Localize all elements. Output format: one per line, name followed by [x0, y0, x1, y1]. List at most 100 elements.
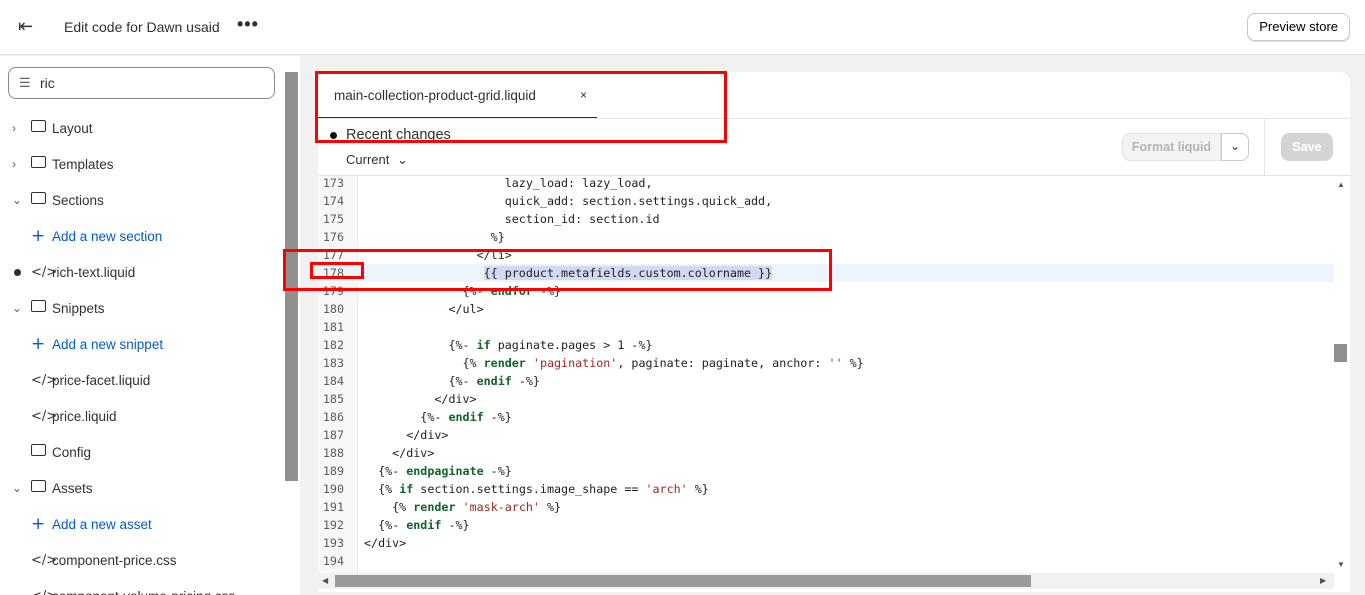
code-line[interactable]: 174 quick_add: section.settings.quick_ad… — [318, 192, 1334, 210]
line-number: 176 — [322, 230, 344, 244]
line-code: {% render 'pagination', paginate: pagina… — [364, 356, 864, 370]
save-button[interactable]: Save — [1281, 133, 1333, 161]
sidebar-item-component-price-css[interactable]: </> component-price.css — [0, 542, 284, 578]
line-code: </ul> — [364, 302, 484, 316]
page-title: Edit code for Dawn usaid — [64, 19, 220, 35]
sidebar-item-snippets[interactable]: ⌄ Snippets — [0, 290, 284, 326]
scroll-down-icon[interactable]: ▼ — [1337, 560, 1345, 569]
preview-store-button[interactable]: Preview store — [1247, 13, 1350, 41]
recent-changes-label: Recent changes — [346, 127, 451, 143]
code-line[interactable]: 192 {%- endif -%} — [318, 516, 1334, 534]
scroll-up-icon[interactable]: ▲ — [1337, 180, 1345, 189]
version-select[interactable]: Current ⌄ — [346, 152, 408, 168]
folder-icon — [31, 480, 46, 496]
sidebar-item-layout[interactable]: › Layout — [0, 110, 284, 146]
code-line[interactable]: 193 </div> — [318, 534, 1334, 552]
code-line[interactable]: 187 </div> — [318, 426, 1334, 444]
modified-dot-icon — [14, 268, 21, 276]
search-value: ric — [40, 75, 55, 91]
chevron-right-icon: › — [12, 121, 16, 135]
sidebar-item-component-volume-pricing-css[interactable]: </>component-volume-pricing.css — [0, 578, 284, 595]
line-number: 184 — [322, 374, 344, 388]
line-code: </li> — [364, 248, 512, 262]
code-line[interactable]: 194 — [318, 552, 1334, 570]
line-number: 185 — [322, 392, 344, 406]
horizontal-scrollbar[interactable]: ◀ ▶ — [318, 573, 1334, 589]
line-code: %} — [364, 230, 505, 244]
code-line[interactable]: 173 lazy_load: lazy_load, — [318, 174, 1334, 192]
sidebar-item-label: Layout — [52, 120, 93, 136]
code-line[interactable]: 176 %} — [318, 228, 1334, 246]
more-actions-button[interactable]: ••• — [237, 14, 259, 35]
sidebar-item-price-facet-liquid[interactable]: </> price-facet.liquid — [0, 362, 284, 398]
plus-icon: + — [31, 334, 46, 354]
scroll-thumb[interactable] — [335, 575, 1031, 587]
sidebar-item-templates[interactable]: › Templates — [0, 146, 284, 182]
sidebar-item-assets[interactable]: ⌄ Assets — [0, 470, 284, 506]
code-line[interactable]: 181 — [318, 318, 1334, 336]
scroll-right-icon[interactable]: ▶ — [1320, 576, 1326, 585]
code-line[interactable]: 180 </ul> — [318, 300, 1334, 318]
sidebar-item-add-a-new-asset[interactable]: + Add a new asset — [0, 506, 284, 542]
line-number: 174 — [322, 194, 344, 208]
sidebar-item-add-a-new-section[interactable]: + Add a new section — [0, 218, 284, 254]
divider — [1264, 119, 1265, 175]
line-code: {%- endif -%} — [364, 374, 540, 388]
sidebar-item-config[interactable]: Config — [0, 434, 284, 470]
format-liquid-group: Format liquid ⌄ — [1122, 133, 1249, 161]
sidebar-item-price-liquid[interactable]: </> price.liquid — [0, 398, 284, 434]
line-code: </div> — [364, 428, 449, 442]
code-line[interactable]: 184 {%- endif -%} — [318, 372, 1334, 390]
sidebar-item-label: Add a new asset — [52, 516, 152, 532]
code-line[interactable]: 182 {%- if paginate.pages > 1 -%} — [318, 336, 1334, 354]
close-tab-icon[interactable]: × — [580, 88, 587, 102]
file-sidebar: ☰ ric › Layout › Templates ⌄ Sections + Add a n… — [0, 56, 300, 595]
code-line[interactable]: 190 {% if section.settings.image_shape =… — [318, 480, 1334, 498]
code-line[interactable]: 183 {% render 'pagination', paginate: pa… — [318, 354, 1334, 372]
sidebar-item-label: Snippets — [52, 300, 105, 316]
line-code: {%- if paginate.pages > 1 -%} — [364, 338, 653, 352]
sidebar-scrollbar[interactable] — [285, 72, 298, 481]
code-line[interactable]: 185 </div> — [318, 390, 1334, 408]
sidebar-item-rich-text-liquid[interactable]: </> rich-text.liquid — [0, 254, 284, 290]
scroll-thumb[interactable] — [1334, 344, 1347, 362]
sidebar-item-label: Assets — [52, 480, 93, 496]
line-number: 175 — [322, 212, 344, 226]
line-number: 191 — [322, 500, 344, 514]
folder-icon — [31, 120, 46, 136]
sidebar-item-sections[interactable]: ⌄ Sections — [0, 182, 284, 218]
code-line[interactable]: 175 section_id: section.id — [318, 210, 1334, 228]
format-liquid-button[interactable]: Format liquid — [1122, 133, 1221, 161]
scroll-left-icon[interactable]: ◀ — [322, 576, 328, 585]
code-line[interactable]: 189 {%- endpaginate -%} — [318, 462, 1334, 480]
code-line[interactable]: 191 {% render 'mask-arch' %} — [318, 498, 1334, 516]
line-number: 181 — [322, 320, 344, 334]
recent-changes[interactable]: Recent changes — [330, 127, 451, 143]
file-search-input[interactable]: ☰ ric — [8, 67, 275, 99]
exit-icon[interactable]: ⇤ — [18, 16, 33, 37]
line-code: {% render 'mask-arch' %} — [364, 500, 562, 514]
sidebar-item-label: Templates — [52, 156, 114, 172]
code-line[interactable]: 186 {%- endif -%} — [318, 408, 1334, 426]
filter-icon: ☰ — [19, 75, 31, 90]
code-line[interactable]: 177 </li> — [318, 246, 1334, 264]
format-options-button[interactable]: ⌄ — [1221, 133, 1249, 161]
sidebar-item-label: price-facet.liquid — [52, 372, 151, 388]
sidebar-item-label: Add a new snippet — [52, 336, 164, 352]
sidebar-item-label: Sections — [52, 192, 104, 208]
folder-icon — [31, 444, 46, 460]
code-lines: 173 lazy_load: lazy_load, 174 quick_add: … — [318, 174, 1334, 570]
code-line[interactable]: 188 </div> — [318, 444, 1334, 462]
tab-main-collection-product-grid[interactable]: main-collection-product-grid.liquid × — [318, 72, 597, 119]
sidebar-item-add-a-new-snippet[interactable]: + Add a new snippet — [0, 326, 284, 362]
code-area[interactable]: 173 lazy_load: lazy_load, 174 quick_add: … — [318, 174, 1350, 576]
plus-icon: + — [31, 226, 46, 246]
chevron-down-icon: ⌄ — [1229, 139, 1241, 153]
vertical-scrollbar[interactable]: ▲ ▼ — [1334, 176, 1350, 576]
line-number: 194 — [322, 554, 344, 568]
tab-label: main-collection-product-grid.liquid — [334, 88, 536, 103]
code-line[interactable]: 178 {{ product.metafields.custom.colorna… — [318, 264, 1334, 282]
line-code: {%- endfor -%} — [364, 284, 562, 298]
code-line[interactable]: 179 {%- endfor -%} — [318, 282, 1334, 300]
chevron-down-icon: ⌄ — [12, 481, 23, 495]
